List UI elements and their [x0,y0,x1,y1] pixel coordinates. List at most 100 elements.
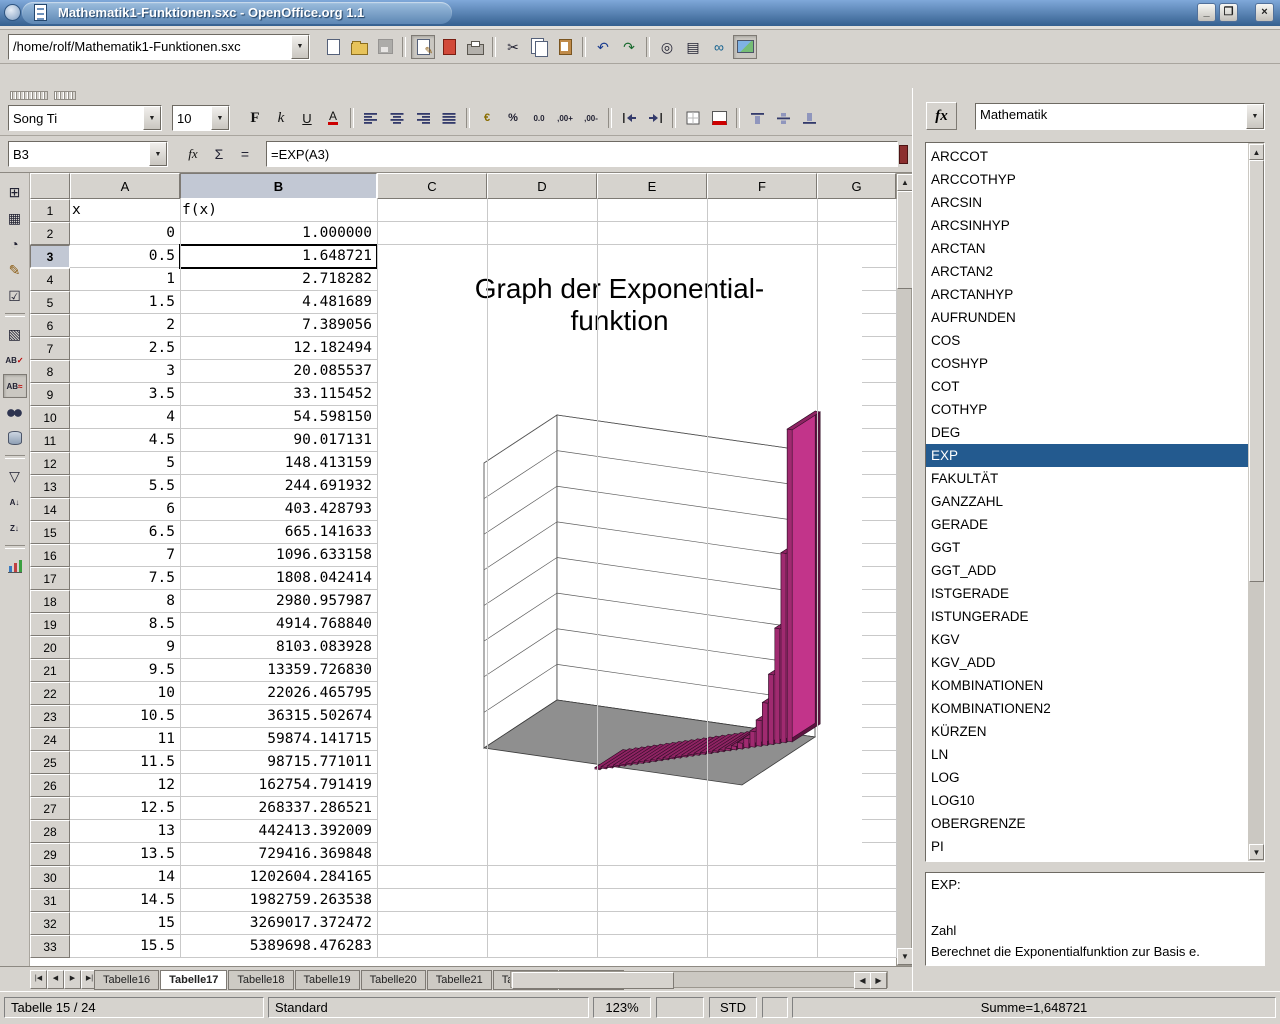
scroll-left-icon[interactable]: ◀ [854,972,871,989]
function-item-arctanhyp[interactable]: ARCTANHYP [926,283,1248,306]
function-item-kombinationen[interactable]: KOMBINATIONEN [926,674,1248,697]
cell-B6[interactable]: 7.389056 [182,314,372,337]
function-item-coshyp[interactable]: COSHYP [926,352,1248,375]
status-selection-mode[interactable]: STD [709,997,757,1018]
cell-A9[interactable]: 3.5 [72,383,175,406]
export-pdf-icon[interactable] [437,35,461,59]
row-header-24[interactable]: 24 [30,728,70,751]
column-header-C[interactable]: C [377,173,487,199]
sheet-tab-tabelle16[interactable]: Tabelle16 [94,970,159,990]
cell-A14[interactable]: 6 [72,498,175,521]
cell-A19[interactable]: 8.5 [72,613,175,636]
vertical-split-handle[interactable] [899,145,908,164]
row-header-21[interactable]: 21 [30,659,70,682]
cell-A23[interactable]: 10.5 [72,705,175,728]
sheet-tab-tabelle20[interactable]: Tabelle20 [361,970,426,990]
cell-A32[interactable]: 15 [72,912,175,935]
function-item-arcsinhyp[interactable]: ARCSINHYP [926,214,1248,237]
sum-icon[interactable]: Σ [207,142,231,166]
function-item-ln[interactable]: LN [926,743,1248,766]
function-item-arctan[interactable]: ARCTAN [926,237,1248,260]
cell-A8[interactable]: 3 [72,360,175,383]
formula-input[interactable] [267,142,897,166]
row-header-29[interactable]: 29 [30,843,70,866]
autofilter-icon[interactable]: ▽ [3,464,27,488]
row-header-22[interactable]: 22 [30,682,70,705]
row-header-14[interactable]: 14 [30,498,70,521]
function-autopilot-icon[interactable]: fx [181,142,205,166]
scroll-up-icon[interactable]: ▲ [897,174,913,191]
row-header-6[interactable]: 6 [30,314,70,337]
format-percent-icon[interactable]: % [501,106,525,130]
row-header-5[interactable]: 5 [30,291,70,314]
cell-B24[interactable]: 59874.141715 [182,728,372,751]
background-color-icon[interactable] [707,106,731,130]
save-document-icon[interactable] [373,35,397,59]
row-header-4[interactable]: 4 [30,268,70,291]
cell-A3[interactable]: 0.5 [72,245,175,268]
cell-B30[interactable]: 1202604.284165 [182,866,372,889]
auto-spellcheck-icon[interactable]: AB≈ [3,374,27,398]
find-replace-icon[interactable] [3,400,27,424]
cell-B22[interactable]: 22026.465795 [182,682,372,705]
cell-B14[interactable]: 403.428793 [182,498,372,521]
vertical-scroll-thumb[interactable] [897,191,913,289]
row-header-8[interactable]: 8 [30,360,70,383]
status-insert-mode[interactable] [656,997,704,1018]
status-page-style[interactable]: Standard [268,997,589,1018]
cell-A21[interactable]: 9.5 [72,659,175,682]
format-standard-icon[interactable]: 0.0 [527,106,551,130]
function-item-kgv-add[interactable]: KGV_ADD [926,651,1248,674]
embedded-chart[interactable]: Graph der Exponential- funktion [377,255,862,848]
function-item-ganzzahl[interactable]: GANZZAHL [926,490,1248,513]
insert-cells-icon[interactable]: ▦ [3,206,27,230]
row-header-18[interactable]: 18 [30,590,70,613]
font-name-dropdown[interactable]: ▼ [143,106,161,130]
align-justify-icon[interactable] [437,106,461,130]
row-header-31[interactable]: 31 [30,889,70,912]
cell-B25[interactable]: 98715.771011 [182,751,372,774]
function-item-istgerade[interactable]: ISTGERADE [926,582,1248,605]
cell-B2[interactable]: 1.000000 [182,222,372,245]
minimize-button[interactable]: _ [1197,3,1216,22]
cell-B5[interactable]: 4.481689 [182,291,372,314]
cell-B9[interactable]: 33.115452 [182,383,372,406]
align-right-icon[interactable] [411,106,435,130]
column-header-B[interactable]: B [180,173,377,199]
cut-icon[interactable]: ✂ [501,35,525,59]
function-list-scrollbar[interactable]: ▲ ▼ [1248,143,1264,861]
row-header-26[interactable]: 26 [30,774,70,797]
function-item-arccot[interactable]: ARCCOT [926,145,1248,168]
function-item-log10[interactable]: LOG10 [926,789,1248,812]
cell-A20[interactable]: 9 [72,636,175,659]
sort-descending-icon[interactable]: Z↓ [3,516,27,540]
sheet-tab-tabelle19[interactable]: Tabelle19 [295,970,360,990]
vertical-scrollbar[interactable]: ▲ ▼ [896,173,912,966]
cell-A7[interactable]: 2.5 [72,337,175,360]
italic-icon[interactable]: k [269,106,293,130]
cell-A16[interactable]: 7 [72,544,175,567]
function-item-arctan2[interactable]: ARCTAN2 [926,260,1248,283]
row-header-17[interactable]: 17 [30,567,70,590]
row-header-28[interactable]: 28 [30,820,70,843]
function-autopilot-button[interactable]: fx [926,102,957,130]
sheet-tab-tabelle17[interactable]: Tabelle17 [160,970,227,990]
cell-A27[interactable]: 12.5 [72,797,175,820]
font-color-icon[interactable]: A [321,106,345,130]
cell-A25[interactable]: 11.5 [72,751,175,774]
function-item-pi[interactable]: PI [926,835,1248,858]
decrease-indent-icon[interactable] [617,106,641,130]
copy-icon[interactable] [527,35,551,59]
cell-A29[interactable]: 13.5 [72,843,175,866]
cell-reference-dropdown[interactable]: ▼ [149,142,167,166]
bold-icon[interactable]: F [243,106,267,130]
print-file-icon[interactable] [463,35,487,59]
row-header-10[interactable]: 10 [30,406,70,429]
list-scroll-down-icon[interactable]: ▼ [1249,844,1264,860]
function-category-combo[interactable]: Mathematik ▼ [975,103,1265,130]
cell-B1[interactable]: f(x) [182,199,372,222]
sheet-tab-tabelle21[interactable]: Tabelle21 [427,970,492,990]
align-top-icon[interactable] [745,106,769,130]
row-header-2[interactable]: 2 [30,222,70,245]
row-header-15[interactable]: 15 [30,521,70,544]
